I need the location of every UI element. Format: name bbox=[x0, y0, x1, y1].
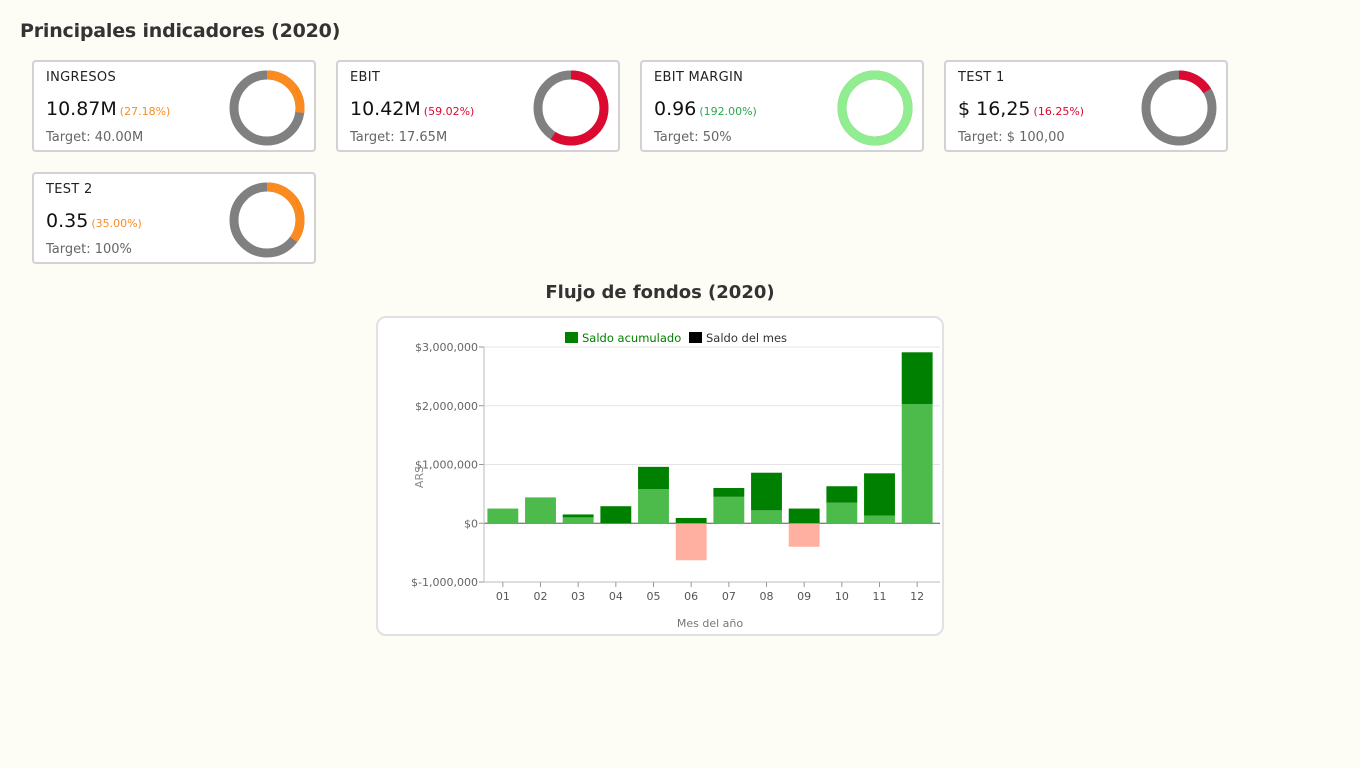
bar-saldo-acumulado bbox=[864, 515, 895, 524]
kpi-name: EBIT bbox=[350, 70, 381, 85]
kpi-value-row: 0.96 (192.00%) bbox=[654, 98, 757, 120]
x-tick-label: 11 bbox=[873, 590, 887, 603]
bar-saldo-acumulado bbox=[487, 508, 519, 524]
bar-saldo-del-mes bbox=[751, 472, 782, 511]
kpi-donut-gauge bbox=[837, 70, 913, 146]
bar-saldo-del-mes bbox=[675, 517, 707, 524]
bar-saldo-del-mes bbox=[826, 486, 858, 503]
kpi-percentage: (16.25%) bbox=[1033, 105, 1085, 118]
bar-saldo-acumulado bbox=[901, 403, 933, 524]
donut-progress-arc bbox=[837, 70, 913, 146]
kpi-value: $ 16,25 bbox=[958, 98, 1031, 120]
kpi-value: 0.35 bbox=[46, 210, 89, 232]
kpi-target: Target: 100% bbox=[46, 242, 132, 257]
kpi-value-row: 10.42M (59.02%) bbox=[350, 98, 474, 120]
legend-swatch-saldo-acumulado bbox=[565, 332, 578, 343]
x-tick-label: 10 bbox=[835, 590, 849, 603]
bar-saldo-acumulado bbox=[525, 497, 556, 524]
x-tick-label: 03 bbox=[571, 590, 585, 603]
y-tick-label: $2,000,000 bbox=[415, 400, 478, 413]
kpi-name: TEST 1 bbox=[958, 70, 1005, 85]
y-tick-label: $3,000,000 bbox=[415, 341, 478, 354]
kpi-value-row: 10.87M (27.18%) bbox=[46, 98, 170, 120]
kpi-value: 10.87M bbox=[46, 98, 117, 120]
kpi-card: INGRESOS 10.87M (27.18%) Target: 40.00M bbox=[32, 60, 316, 152]
legend-label-saldo-acumulado: Saldo acumulado bbox=[582, 331, 681, 345]
legend-swatch-saldo-del-mes bbox=[689, 332, 702, 343]
bar-saldo-del-mes bbox=[638, 466, 669, 490]
kpi-value: 0.96 bbox=[654, 98, 697, 120]
bar-saldo-acumulado bbox=[675, 523, 707, 561]
bar-saldo-acumulado bbox=[638, 489, 669, 524]
kpi-donut-gauge bbox=[229, 182, 305, 258]
bar-saldo-del-mes bbox=[713, 488, 745, 497]
kpi-name: TEST 2 bbox=[46, 182, 93, 197]
cash-flow-chart-card: $3,000,000 $2,000,000 $1,000,000 $0 $-1,000,… bbox=[376, 316, 944, 636]
x-tick-label: 04 bbox=[609, 590, 623, 603]
kpi-donut-gauge bbox=[229, 70, 305, 146]
x-tick-label: 05 bbox=[647, 590, 661, 603]
bar-saldo-acumulado bbox=[562, 517, 594, 524]
kpi-target: Target: 17.65M bbox=[350, 130, 448, 145]
y-tick-label: $-1,000,000 bbox=[411, 576, 478, 589]
kpi-name: EBIT MARGIN bbox=[654, 70, 744, 85]
x-tick-label: 06 bbox=[684, 590, 698, 603]
kpi-card: EBIT MARGIN 0.96 (192.00%) Target: 50% bbox=[640, 60, 924, 152]
kpi-card: EBIT 10.42M (59.02%) Target: 17.65M bbox=[336, 60, 620, 152]
kpi-name: INGRESOS bbox=[46, 70, 117, 85]
bar-saldo-del-mes bbox=[788, 508, 820, 524]
x-axis-label: Mes del año bbox=[677, 617, 744, 630]
x-tick-label: 12 bbox=[910, 590, 924, 603]
bar-saldo-acumulado bbox=[788, 523, 820, 547]
kpi-donut-gauge bbox=[1141, 70, 1217, 146]
bar-saldo-del-mes bbox=[562, 514, 594, 518]
kpi-percentage: (35.00%) bbox=[91, 217, 142, 230]
bar-saldo-acumulado bbox=[826, 502, 858, 524]
y-axis-label: ARS bbox=[413, 466, 426, 488]
bar-saldo-del-mes bbox=[901, 352, 933, 404]
kpi-card: TEST 2 0.35 (35.00%) Target: 100% bbox=[32, 172, 316, 264]
chart-title: Flujo de fondos (2020) bbox=[545, 282, 775, 303]
bar-saldo-del-mes bbox=[600, 506, 632, 524]
bar-saldo-acumulado bbox=[751, 510, 782, 524]
page-title: Principales indicadores (2020) bbox=[20, 20, 341, 42]
legend-label-saldo-del-mes: Saldo del mes bbox=[706, 331, 787, 345]
kpi-target: Target: $ 100,00 bbox=[958, 130, 1065, 145]
kpi-target: Target: 40.00M bbox=[46, 130, 144, 145]
kpi-percentage: (59.02%) bbox=[423, 105, 475, 118]
kpi-value: 10.42M bbox=[350, 98, 421, 120]
kpi-percentage: (192.00%) bbox=[699, 105, 757, 118]
kpi-value-row: 0.35 (35.00%) bbox=[46, 210, 142, 232]
bar-saldo-del-mes bbox=[864, 473, 895, 516]
x-tick-label: 08 bbox=[760, 590, 774, 603]
y-tick-label: $0 bbox=[464, 517, 478, 530]
x-tick-label: 01 bbox=[496, 590, 510, 603]
x-tick-label: 09 bbox=[797, 590, 811, 603]
bar-saldo-acumulado bbox=[713, 496, 745, 524]
x-tick-label: 02 bbox=[534, 590, 548, 603]
kpi-percentage: (27.18%) bbox=[119, 105, 171, 118]
cash-flow-chart: $3,000,000$2,000,000$1,000,000$0$-1,000,… bbox=[411, 331, 940, 630]
kpi-value-row: $ 16,25 (16.25%) bbox=[958, 98, 1084, 120]
kpi-card: TEST 1 $ 16,25 (16.25%) Target: $ 100,00 bbox=[944, 60, 1228, 152]
kpi-target: Target: 50% bbox=[654, 130, 732, 145]
kpi-donut-gauge bbox=[533, 70, 609, 146]
x-tick-label: 07 bbox=[722, 590, 736, 603]
